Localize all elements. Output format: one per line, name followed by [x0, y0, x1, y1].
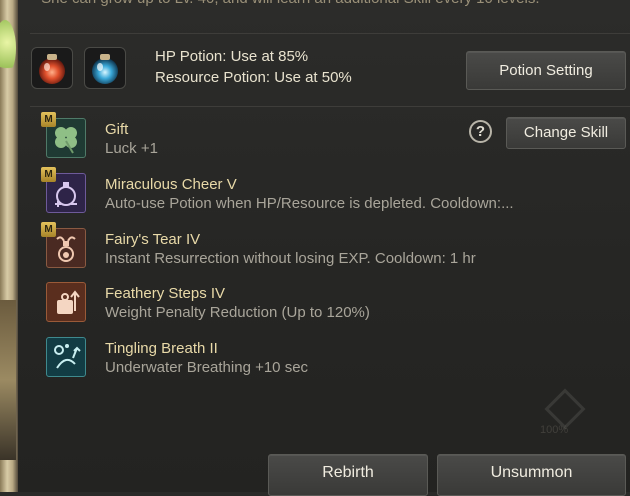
weight-arrow-icon: [46, 282, 86, 322]
skill-description: Instant Resurrection without losing EXP.…: [105, 250, 476, 267]
resource-potion-setting-text: Resource Potion: Use at 50%: [155, 69, 352, 86]
mythic-badge: M: [41, 167, 56, 182]
rebirth-button[interactable]: Rebirth: [268, 454, 428, 496]
skill-row-miraculous-cheer[interactable]: M Miraculous Cheer V Auto-use Potion whe…: [41, 167, 606, 217]
potion-setting-button[interactable]: Potion Setting: [466, 51, 626, 90]
skill-name: Fairy's Tear IV: [105, 231, 201, 248]
faded-percent-text: 100%: [540, 424, 569, 436]
skill-name: Feathery Steps IV: [105, 285, 226, 302]
hp-potion-setting-text: HP Potion: Use at 85%: [155, 48, 309, 65]
skill-name: Miraculous Cheer V: [105, 176, 237, 193]
bubble-breath-icon: [46, 337, 86, 377]
mythic-badge: M: [41, 112, 56, 127]
skill-name: Gift: [105, 121, 129, 138]
growth-info-text: - She can grow up to Lv. 40, and will le…: [32, 0, 592, 12]
skill-name: Tingling Breath II: [105, 340, 218, 357]
character-art-dress: [0, 300, 16, 460]
divider-potions: [30, 106, 630, 107]
skill-row-tingling-breath[interactable]: Tingling Breath II Underwater Breathing …: [46, 337, 606, 381]
skill-row-fairys-tear[interactable]: M Fairy's Tear IV Instant Resurrection w…: [41, 222, 606, 272]
divider-top: [30, 33, 630, 34]
skill-description: Underwater Breathing +10 sec: [105, 359, 309, 376]
hp-potion-icon: [31, 47, 73, 89]
skill-description: Weight Penalty Reduction (Up to 120%): [105, 304, 370, 321]
character-art-leaf: [0, 20, 16, 76]
mythic-badge: M: [41, 222, 56, 237]
skill-row-feathery-steps[interactable]: Feathery Steps IV Weight Penalty Reducti…: [46, 282, 606, 326]
skill-row-gift[interactable]: M Gift Luck +1: [41, 112, 606, 162]
skill-description: Auto-use Potion when HP/Resource is depl…: [105, 195, 514, 212]
resource-potion-icon: [84, 47, 126, 89]
character-art-edge: [0, 0, 18, 492]
skill-description: Luck +1: [105, 140, 158, 157]
potion-usage-info: HP Potion: Use at 85% Resource Potion: U…: [155, 46, 352, 88]
unsummon-button[interactable]: Unsummon: [437, 454, 626, 496]
